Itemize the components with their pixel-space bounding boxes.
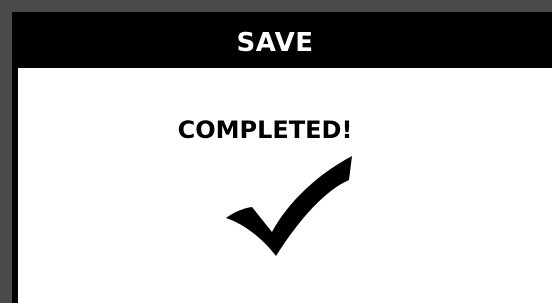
dialog-title: SAVE <box>236 28 314 58</box>
dialog-title-bar: SAVE <box>18 18 552 68</box>
checkmark-icon <box>226 156 352 256</box>
completion-message: COMPLETED! <box>177 116 353 144</box>
save-dialog: SAVE COMPLETED! <box>12 12 552 303</box>
